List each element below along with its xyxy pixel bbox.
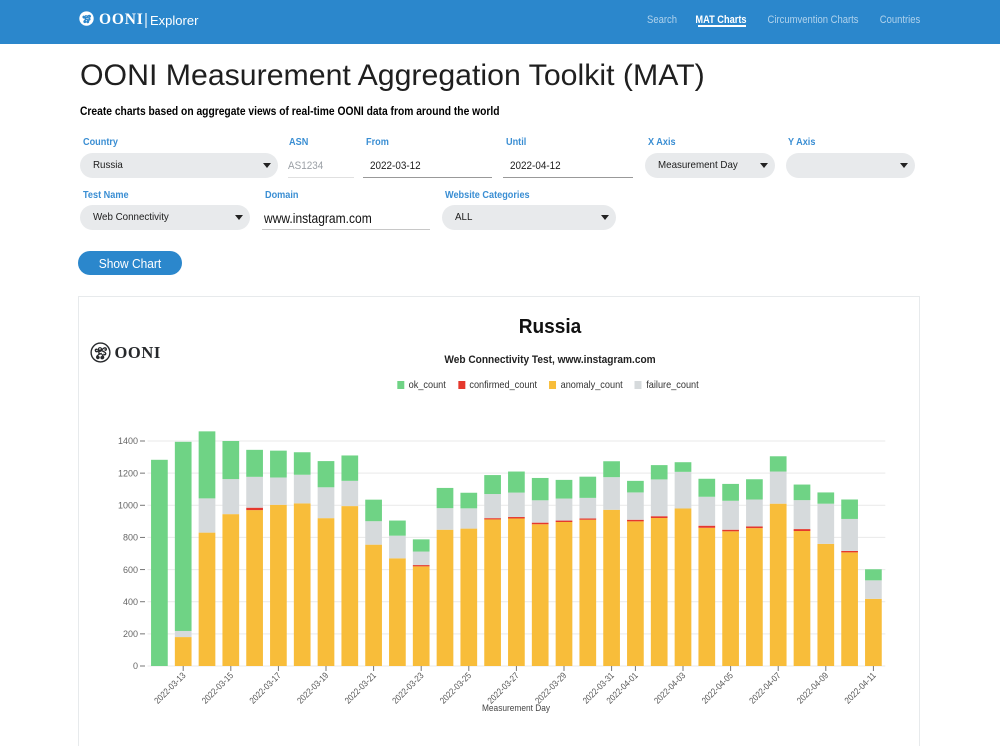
svg-text:2022-03-25: 2022-03-25 [438,670,473,705]
svg-text:2022-03-23: 2022-03-23 [390,670,425,705]
svg-text:400: 400 [123,597,138,607]
svg-text:2022-04-05: 2022-04-05 [700,670,735,705]
svg-text:2022-04-09: 2022-04-09 [795,670,830,705]
svg-text:2022-03-13: 2022-03-13 [152,670,187,705]
svg-text:1400: 1400 [118,436,138,446]
svg-text:2022-03-29: 2022-03-29 [533,670,568,705]
svg-text:2022-04-11: 2022-04-11 [842,670,877,705]
svg-text:0: 0 [133,661,138,671]
svg-text:1200: 1200 [118,468,138,478]
svg-text:1000: 1000 [118,500,138,510]
svg-text:2022-03-15: 2022-03-15 [200,670,235,705]
svg-text:600: 600 [123,565,138,575]
svg-text:2022-03-19: 2022-03-19 [295,670,330,705]
svg-text:2022-03-17: 2022-03-17 [247,670,282,705]
svg-text:2022-04-03: 2022-04-03 [652,670,687,705]
svg-text:2022-03-27: 2022-03-27 [485,670,520,705]
svg-text:Measurement Day: Measurement Day [482,703,550,713]
svg-text:2022-03-21: 2022-03-21 [343,670,378,705]
svg-text:200: 200 [123,629,138,639]
svg-text:2022-04-07: 2022-04-07 [747,670,782,705]
svg-text:800: 800 [123,533,138,543]
